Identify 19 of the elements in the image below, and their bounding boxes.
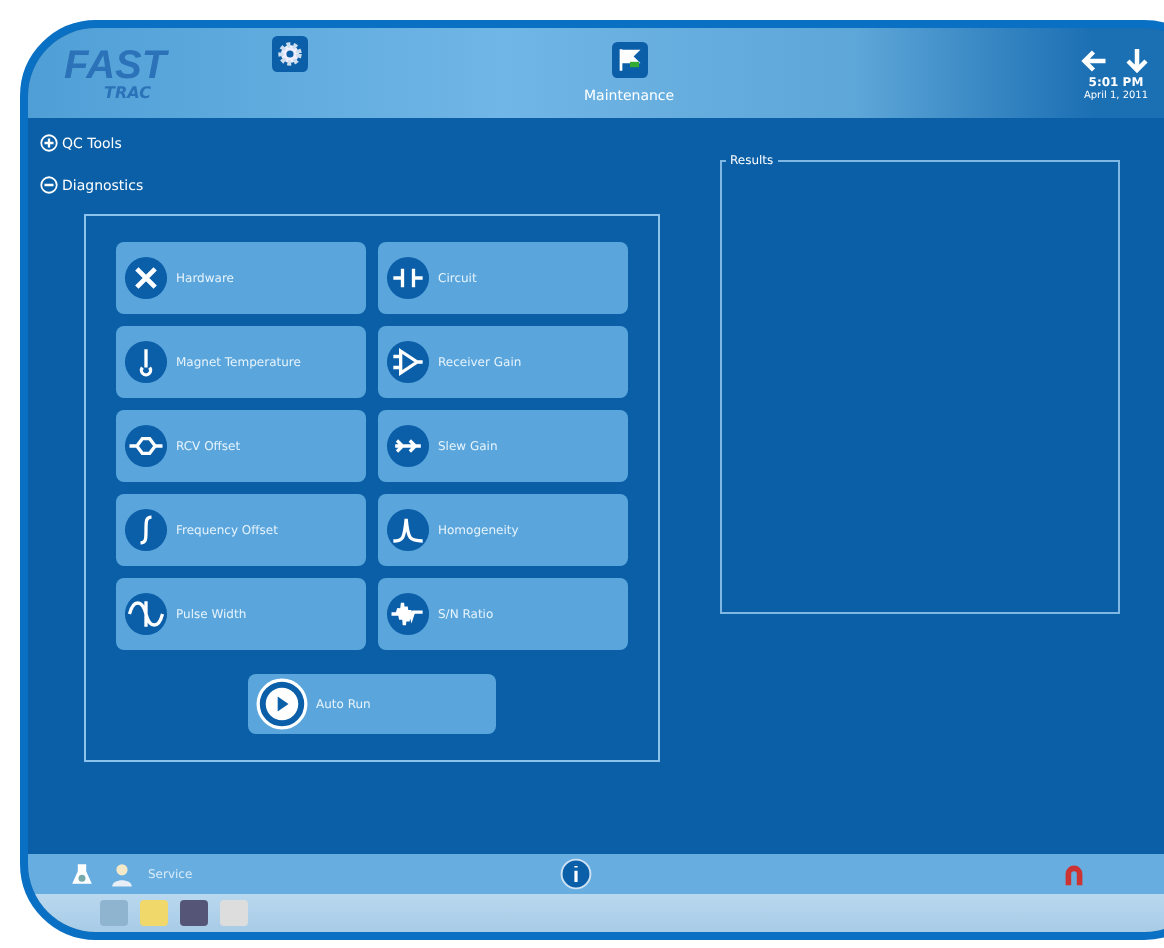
expander-icon[interactable] [40,134,58,152]
flag-icon[interactable] [611,42,648,78]
settings-icon[interactable] [272,36,308,72]
play-icon [256,678,308,730]
amplifier-icon [386,340,430,384]
cross-icon [124,256,168,300]
noise-icon [386,592,430,636]
arrows-icon [386,424,430,468]
peak-icon [386,508,430,552]
info-icon[interactable] [560,858,593,890]
integral-icon [124,508,168,552]
thermometer-icon [124,340,168,384]
circuit-icon [386,256,430,300]
flask-icon[interactable] [68,860,96,888]
sine-icon [124,592,168,636]
back-arrow-icon[interactable] [1080,45,1110,75]
down-arrow-icon[interactable] [1122,45,1152,75]
coil-icon [124,424,168,468]
expander-icon[interactable] [40,176,58,194]
